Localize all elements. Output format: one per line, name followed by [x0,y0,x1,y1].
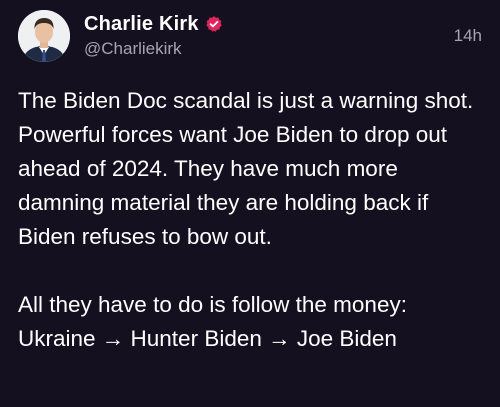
author-name-row[interactable]: Charlie Kirk [84,12,223,36]
post-card: Charlie Kirk @Charliekirk 14h The Biden … [0,0,500,407]
post-body: The Biden Doc scandal is just a warning … [18,84,488,356]
avatar-image [18,10,70,62]
avatar[interactable] [18,10,70,62]
verified-badge-icon [205,16,222,32]
author-handle[interactable]: @Charliekirk [84,39,182,59]
post-header: Charlie Kirk @Charliekirk 14h [18,10,482,62]
post-paragraph: All they have to do is follow the money:… [18,292,407,351]
post-paragraph: The Biden Doc scandal is just a warning … [18,88,474,249]
author-display-name[interactable]: Charlie Kirk [84,13,199,36]
post-timestamp[interactable]: 14h [454,26,482,46]
